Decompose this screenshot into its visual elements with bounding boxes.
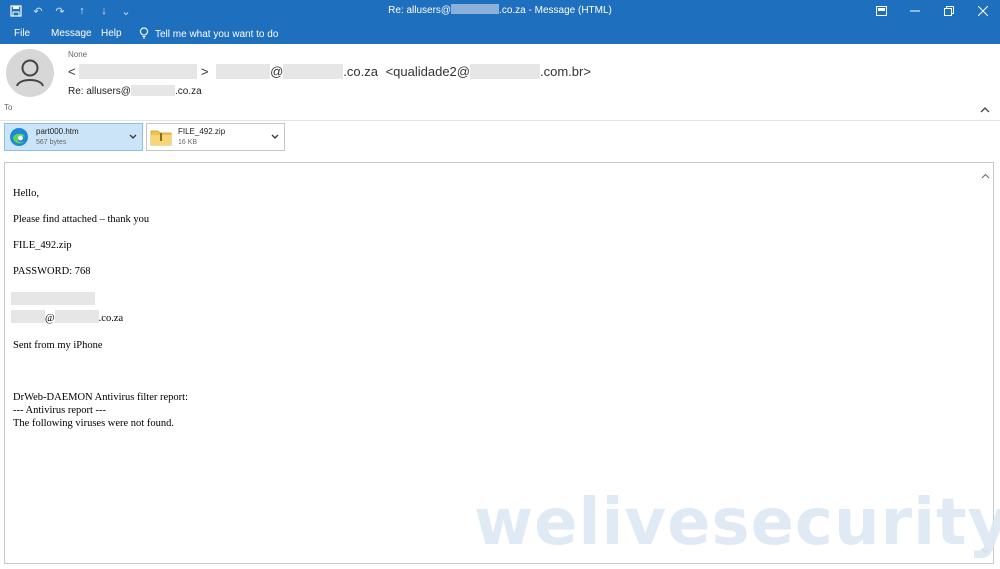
tab-file[interactable]: File [14,28,30,39]
redaction-block [469,64,540,79]
message-body: Hello, Please find attached – thank you … [11,185,953,430]
window-title: Re: allusers@ .co.za - Message (HTML) [0,4,1000,16]
attachment-size: 567 bytes [36,139,67,146]
lightbulb-icon [139,27,149,42]
redaction-block [79,64,198,79]
watermark: welivesecurity [474,486,1000,560]
window-title-suffix: .co.za - Message (HTML) [499,5,612,16]
to-label: To [4,103,13,112]
redaction-block [283,64,344,79]
subject-prefix: Re: allusers@ [68,86,131,97]
redaction-block [54,310,99,323]
ribbon-tabs: File Message Help Tell me what you want … [0,22,1000,44]
window-controls [864,0,1000,22]
collapse-header-button[interactable] [978,103,992,117]
from-open-bracket: < [68,64,76,79]
redaction-block [11,310,45,323]
tab-message[interactable]: Message [51,28,92,39]
ribbon-display-options-icon[interactable] [864,0,898,22]
av-report-line: --- Antivirus report --- [13,405,107,416]
from-close-bracket: > [200,64,209,79]
av-report-result: The following viruses were not found. [13,418,174,429]
redaction-block [451,4,500,14]
subject-suffix: .co.za [174,86,202,97]
attachment-name: part000.htm [36,127,79,136]
attachment-part000[interactable]: part000.htm 567 bytes [4,123,143,151]
body-password: PASSWORD: 768 [13,266,91,277]
from-domain: .co.za [343,64,378,79]
chevron-down-icon[interactable] [129,132,137,142]
chevron-down-icon[interactable] [271,132,279,142]
zip-folder-icon [150,126,172,148]
signature-email: @ .co.za [11,310,953,325]
chevron-up-icon [980,107,990,113]
restore-icon[interactable] [932,0,966,22]
edge-browser-icon [8,126,30,148]
tell-me-label: Tell me what you want to do [155,29,279,40]
importance-label: None [68,50,88,59]
redaction-block [216,64,271,79]
subject-line: Re: allusers@ .co.za [68,85,202,97]
body-sent-from: Sent from my iPhone [13,340,103,351]
signature-name [11,292,953,309]
avatar [6,49,54,97]
redaction-block [11,292,95,305]
signature-domain: .co.za [98,313,124,324]
close-icon[interactable] [966,0,1000,22]
redaction-block [130,85,175,96]
body-filename: FILE_492.zip [13,240,72,251]
av-report-title: DrWeb-DAEMON Antivirus filter report: [13,392,188,403]
message-header: None < > @ .co.za <qualidade2@ .com.br> Re… [0,44,1000,121]
attachment-name: FILE_492.zip [178,127,226,136]
tell-me-search[interactable]: Tell me what you want to do [139,27,278,42]
title-bar: ↶ ↷ ↑ ↓ ⌄ Re: allusers@ .co.za - Message … [0,0,1000,22]
cc-suffix: .com.br> [539,64,591,79]
body-greeting: Hello, [13,188,39,199]
tab-help[interactable]: Help [101,28,122,39]
attachment-size: 16 KB [178,139,198,146]
from-at: @ [270,64,284,79]
scroll-up-icon[interactable] [981,171,990,182]
person-icon [16,59,44,87]
cc-prefix: <qualidade2@ [385,64,470,79]
sender-line[interactable]: < > @ .co.za <qualidade2@ .com.br> [68,64,591,79]
attachment-file492[interactable]: FILE_492.zip 16 KB [146,123,285,151]
body-line: Please find attached – thank you [13,214,150,225]
signature-at: @ [45,313,55,324]
minimize-icon[interactable] [898,0,932,22]
window-title-prefix: Re: allusers@ [388,5,452,16]
